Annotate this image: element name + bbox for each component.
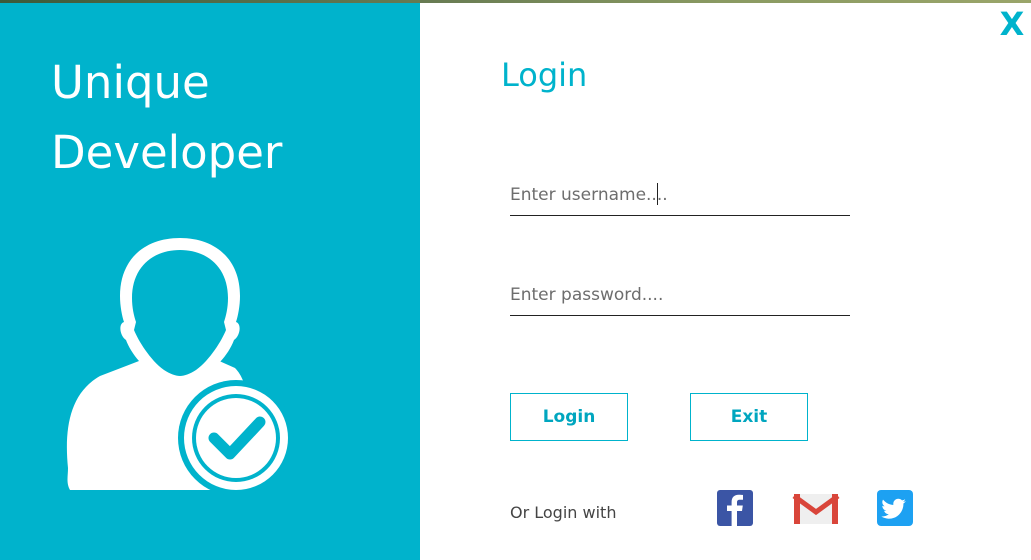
or-login-with-label: Or Login with (510, 503, 617, 522)
gmail-icon[interactable] (792, 490, 840, 526)
brand-title: Unique Developer (51, 48, 391, 188)
username-field[interactable] (510, 175, 850, 216)
branding-panel: Unique Developer (0, 3, 420, 560)
facebook-icon[interactable] (717, 490, 753, 526)
twitter-icon[interactable] (877, 490, 913, 526)
exit-button[interactable]: Exit (690, 393, 808, 441)
text-caret (657, 183, 658, 205)
login-panel: X Login Login Exit Or Login with (420, 3, 1031, 560)
password-field[interactable] (510, 275, 850, 316)
login-button[interactable]: Login (510, 393, 628, 441)
brand-title-line-1: Unique (51, 56, 210, 109)
close-button[interactable]: X (999, 7, 1025, 41)
login-heading: Login (501, 56, 588, 94)
login-window: Unique Developer X Login Login Exit Or L… (0, 0, 1031, 560)
verified-user-icon (66, 238, 294, 496)
brand-title-line-2: Developer (51, 126, 283, 179)
